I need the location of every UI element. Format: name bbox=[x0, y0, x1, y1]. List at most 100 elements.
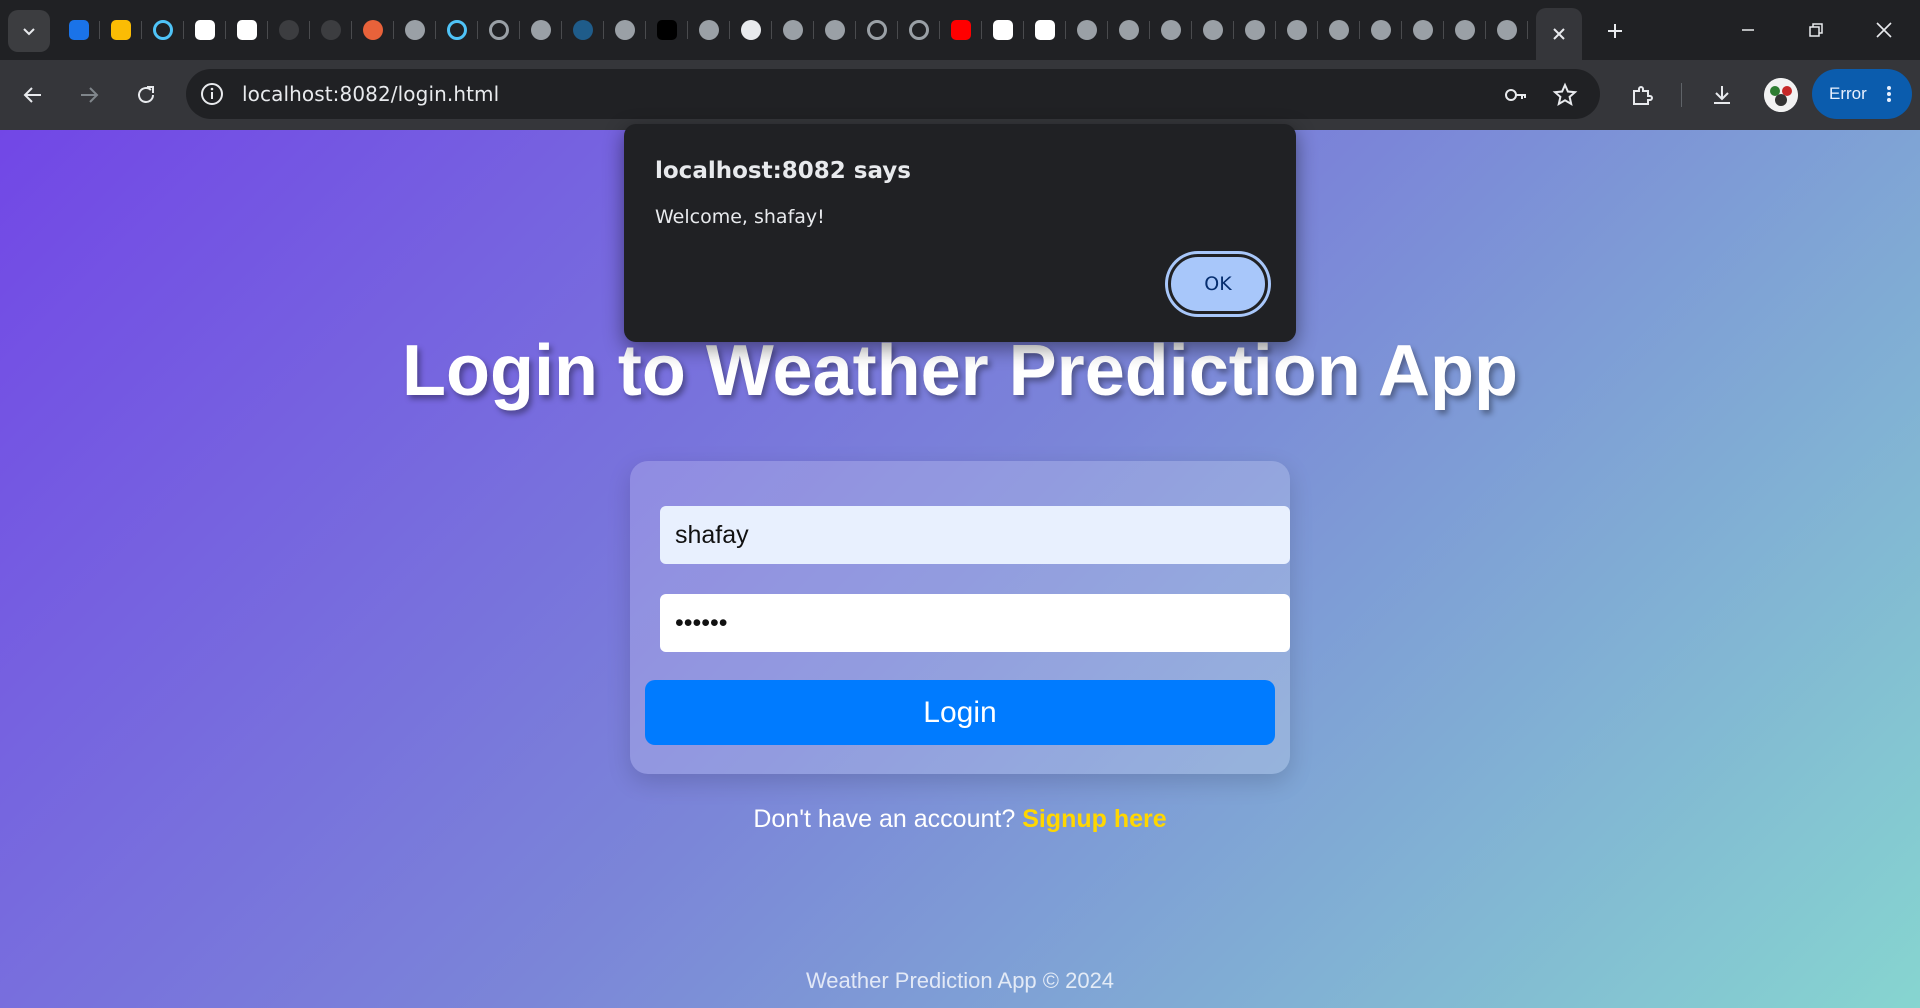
medium-icon bbox=[657, 20, 677, 40]
globe-icon bbox=[825, 20, 845, 40]
footer-text: Weather Prediction App © 2024 bbox=[805, 968, 1115, 993]
github-icon bbox=[321, 20, 341, 40]
globe-icon bbox=[1287, 20, 1307, 40]
profile-avatar[interactable] bbox=[1764, 78, 1798, 112]
downloads-button[interactable] bbox=[1704, 77, 1740, 113]
info-icon[interactable] bbox=[200, 82, 224, 106]
close-window-button[interactable] bbox=[1850, 0, 1918, 60]
username-input[interactable] bbox=[660, 506, 1290, 564]
browser-tab[interactable] bbox=[814, 12, 856, 48]
restore-button[interactable] bbox=[1782, 0, 1850, 60]
new-tab-button[interactable] bbox=[1598, 14, 1632, 48]
browser-tab[interactable] bbox=[1234, 12, 1276, 48]
globe-icon bbox=[1329, 20, 1349, 40]
browser-tab[interactable] bbox=[100, 12, 142, 48]
close-tab-icon[interactable] bbox=[1551, 26, 1567, 42]
arrow-left-icon bbox=[23, 87, 41, 103]
browser-tab[interactable] bbox=[940, 12, 982, 48]
globe-icon bbox=[1371, 20, 1391, 40]
error-label: Error bbox=[1829, 84, 1867, 103]
close-icon bbox=[1876, 22, 1892, 38]
browser-tab[interactable] bbox=[772, 12, 814, 48]
browser-tab[interactable] bbox=[478, 12, 520, 48]
globe-icon bbox=[1455, 20, 1475, 40]
browser-tab[interactable] bbox=[1024, 12, 1066, 48]
browser-tab[interactable] bbox=[1276, 12, 1318, 48]
forward-button[interactable] bbox=[71, 77, 107, 113]
globe-icon bbox=[1497, 20, 1517, 40]
login-button[interactable]: Login bbox=[645, 680, 1275, 745]
loading-spinner-icon bbox=[153, 20, 173, 40]
globe-icon bbox=[405, 20, 425, 40]
signup-link[interactable]: Signup here bbox=[1022, 805, 1166, 833]
browser-tab[interactable] bbox=[982, 12, 1024, 48]
globe-icon bbox=[1203, 20, 1223, 40]
browser-tab[interactable] bbox=[394, 12, 436, 48]
loading-spinner-icon bbox=[447, 20, 467, 40]
extensions-button[interactable] bbox=[1624, 77, 1660, 113]
tab-strip bbox=[0, 0, 1920, 60]
globe-icon bbox=[1119, 20, 1139, 40]
address-bar[interactable]: localhost:8082/login.html bbox=[186, 69, 1600, 119]
browser-tab[interactable] bbox=[562, 12, 604, 48]
active-tab[interactable] bbox=[1536, 8, 1582, 60]
browser-tab[interactable] bbox=[1066, 12, 1108, 48]
browser-tab[interactable] bbox=[1318, 12, 1360, 48]
minimize-icon bbox=[1742, 29, 1754, 31]
more-vert-icon bbox=[1886, 86, 1891, 102]
browser-tab[interactable] bbox=[1150, 12, 1192, 48]
tab-search-button[interactable] bbox=[8, 10, 50, 52]
chatgpt-icon bbox=[237, 20, 257, 40]
alert-ok-button[interactable]: OK bbox=[1168, 254, 1268, 314]
back-button[interactable] bbox=[15, 77, 51, 113]
browser-tab[interactable] bbox=[688, 12, 730, 48]
chatgpt-icon bbox=[993, 20, 1013, 40]
chatgpt-icon bbox=[1035, 20, 1055, 40]
browser-tab[interactable] bbox=[520, 12, 562, 48]
browser-tab[interactable] bbox=[604, 12, 646, 48]
browser-tab[interactable] bbox=[1108, 12, 1150, 48]
browser-tab[interactable] bbox=[184, 12, 226, 48]
bookmark-star-icon[interactable] bbox=[1552, 82, 1578, 108]
browser-tab[interactable] bbox=[1192, 12, 1234, 48]
browser-tab[interactable] bbox=[1486, 12, 1528, 48]
profile-error-button[interactable]: Error bbox=[1812, 69, 1912, 119]
url-text[interactable]: localhost:8082/login.html bbox=[242, 82, 499, 106]
browser-tab[interactable] bbox=[646, 12, 688, 48]
browser-tab[interactable] bbox=[1402, 12, 1444, 48]
browser-tab[interactable] bbox=[1360, 12, 1402, 48]
browser-tab[interactable] bbox=[730, 12, 772, 48]
reload-icon bbox=[138, 86, 154, 103]
alert-message: Welcome, shafay! bbox=[655, 206, 825, 228]
browser-toolbar: localhost:8082/login.html Error bbox=[0, 60, 1920, 130]
ollama-icon bbox=[363, 20, 383, 40]
login-form: Login bbox=[630, 461, 1290, 774]
globe-icon bbox=[699, 20, 719, 40]
puzzle-icon bbox=[1633, 86, 1653, 105]
browser-tab[interactable] bbox=[352, 12, 394, 48]
blue-logo-icon bbox=[573, 20, 593, 40]
minimize-button[interactable] bbox=[1714, 0, 1782, 60]
google-drive-icon bbox=[111, 20, 131, 40]
password-input[interactable] bbox=[660, 594, 1290, 652]
loading-spinner-icon bbox=[867, 20, 887, 40]
chrome-icon bbox=[741, 20, 761, 40]
github-icon bbox=[279, 20, 299, 40]
globe-icon bbox=[1077, 20, 1097, 40]
browser-tab[interactable] bbox=[898, 12, 940, 48]
browser-tab[interactable] bbox=[58, 12, 100, 48]
browser-tab[interactable] bbox=[436, 12, 478, 48]
browser-tab[interactable] bbox=[226, 12, 268, 48]
globe-icon bbox=[531, 20, 551, 40]
browser-tab[interactable] bbox=[268, 12, 310, 48]
browser-tab[interactable] bbox=[856, 12, 898, 48]
browser-tab[interactable] bbox=[310, 12, 352, 48]
browser-tab[interactable] bbox=[142, 12, 184, 48]
loading-spinner-icon bbox=[489, 20, 509, 40]
toolbar-divider bbox=[1681, 83, 1682, 107]
reload-button[interactable] bbox=[128, 77, 164, 113]
browser-tab[interactable] bbox=[1444, 12, 1486, 48]
signup-prompt-text: Don't have an account? bbox=[753, 805, 1016, 833]
youtube-icon bbox=[951, 20, 971, 40]
password-key-icon[interactable] bbox=[1503, 82, 1529, 108]
